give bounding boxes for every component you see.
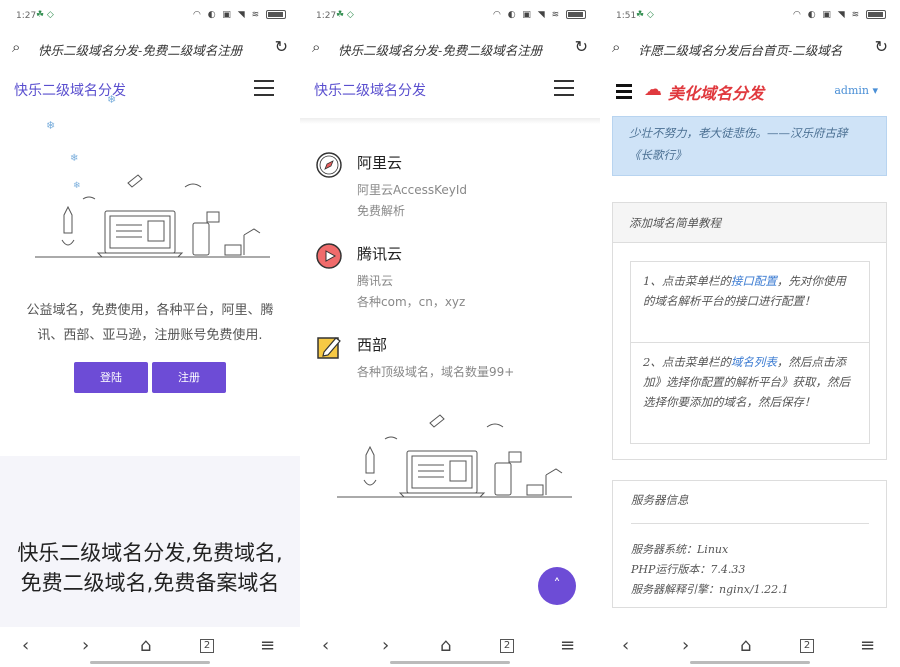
- admin-logo[interactable]: 美化域名分发: [668, 80, 764, 104]
- address-bar[interactable]: ⌕ 快乐二级域名分发-免费二级域名注册 ↻: [300, 32, 600, 62]
- gesture-bar: [690, 661, 810, 664]
- step-text: 2、点击菜单栏的: [643, 355, 731, 369]
- footer-illustration: [337, 414, 572, 498]
- home-icon[interactable]: ⌂: [440, 635, 451, 656]
- edit-icon: [317, 337, 341, 359]
- provider-detail: 各种com，cn，xyz: [357, 295, 466, 309]
- search-icon[interactable]: ⌕: [612, 38, 620, 56]
- provider-name: 阿里云: [357, 154, 403, 172]
- back-icon[interactable]: ‹: [622, 635, 629, 656]
- signal-icons: ◠ ◐ ▣ ◥ ≋: [793, 10, 862, 20]
- register-button[interactable]: 注册: [152, 362, 226, 393]
- forward-icon[interactable]: ›: [682, 635, 689, 656]
- system-icons: ◠ ◐ ▣ ◥ ≋: [793, 10, 886, 20]
- user-menu[interactable]: admin ▾: [834, 84, 878, 97]
- tabs-icon[interactable]: 2: [500, 639, 514, 653]
- divider: [631, 523, 869, 524]
- address-bar[interactable]: ⌕ 快乐二级域名分发-免费二级域名注册 ↻: [0, 32, 300, 62]
- tutorial-step-1: 1、点击菜单栏的接口配置，先对你使用的域名解析平台的接口进行配置！: [630, 261, 870, 343]
- server-os: 服务器系统：Linux: [631, 543, 729, 556]
- status-time: 1:27: [16, 11, 37, 21]
- menu-icon[interactable]: ≡: [560, 635, 575, 656]
- tutorial-title: 添加域名简单教程: [613, 203, 886, 243]
- page-title: 快乐二级域名分发,免费域名,免费二级域名,免费备案域名: [17, 541, 283, 595]
- address-bar[interactable]: ⌕ 许愿二级域名分发后台首页-二级域名 ↻: [600, 32, 900, 62]
- notification-icons: ☘ ◇: [36, 10, 54, 20]
- gesture-bar: [390, 661, 510, 664]
- reload-icon[interactable]: ↻: [875, 37, 888, 56]
- system-icons: ◠ ◐ ▣ ◥ ≋: [193, 10, 286, 20]
- reload-icon[interactable]: ↻: [575, 37, 588, 56]
- bottom-nav: ‹ › ⌂ 2 ≡: [300, 627, 600, 667]
- status-bar: 1:27 ☘ ◇ ◠ ◐ ▣ ◥ ≋: [300, 0, 600, 32]
- system-icons: ◠ ◐ ▣ ◥ ≋: [493, 10, 586, 20]
- home-icon[interactable]: ⌂: [140, 635, 151, 656]
- battery-icon: [866, 10, 886, 19]
- tabs-icon[interactable]: 2: [200, 639, 214, 653]
- status-time: 1:51: [616, 11, 637, 21]
- back-icon[interactable]: ‹: [322, 635, 329, 656]
- url-text[interactable]: 快乐二级域名分发-免费二级域名注册: [38, 40, 266, 59]
- tabs-icon[interactable]: 2: [800, 639, 814, 653]
- provider-detail: 腾讯云: [357, 274, 394, 288]
- signal-icons: ◠ ◐ ▣ ◥ ≋: [193, 10, 262, 20]
- snowflake-icon: ❄: [46, 119, 56, 132]
- reload-icon[interactable]: ↻: [275, 37, 288, 56]
- play-icon: [316, 243, 342, 269]
- status-time: 1:27: [316, 11, 337, 21]
- search-icon[interactable]: ⌕: [312, 38, 320, 56]
- forward-icon[interactable]: ›: [382, 635, 389, 656]
- screen-home: 1:27 ☘ ◇ ◠ ◐ ▣ ◥ ≋ ⌕ 快乐二级域名分发-免费二级域名注册 ↻…: [0, 0, 300, 667]
- hero-illustration: [35, 174, 270, 258]
- menu-icon[interactable]: ≡: [260, 635, 275, 656]
- snowflake-icon: ❄: [107, 93, 117, 106]
- menu-icon[interactable]: ≡: [860, 635, 875, 656]
- notification-icons: ☘ ◇: [336, 10, 354, 20]
- hamburger-menu-icon[interactable]: [554, 80, 574, 96]
- tutorial-step-2: 2、点击菜单栏的域名列表，然后点击添加》选择你配置的解析平台》获取，然后选择你要…: [630, 342, 870, 444]
- screen-providers: 1:27 ☘ ◇ ◠ ◐ ▣ ◥ ≋ ⌕ 快乐二级域名分发-免费二级域名注册 ↻…: [300, 0, 600, 667]
- admin-header: ☁ 美化域名分发 admin ▾: [600, 68, 900, 114]
- battery-icon: [266, 10, 286, 19]
- api-config-link[interactable]: 接口配置: [731, 274, 777, 288]
- notification-icons: ☘ ◇: [636, 10, 654, 20]
- provider-detail: 阿里云AccessKeyId: [357, 183, 467, 197]
- login-button[interactable]: 登陆: [74, 362, 148, 393]
- hamburger-menu-icon[interactable]: [254, 80, 274, 96]
- provider-name: 腾讯云: [357, 245, 403, 263]
- provider-detail: 免费解析: [357, 204, 406, 218]
- site-brand[interactable]: 快乐二级域名分发: [314, 80, 426, 100]
- scroll-top-button[interactable]: ˄: [538, 567, 576, 605]
- snowflake-icon: ❄: [70, 153, 79, 164]
- gesture-bar: [90, 661, 210, 664]
- search-icon[interactable]: ⌕: [12, 38, 20, 56]
- home-icon[interactable]: ⌂: [740, 635, 751, 656]
- header-shadow: [300, 118, 600, 124]
- tutorial-card: 添加域名简单教程 1、点击菜单栏的接口配置，先对你使用的域名解析平台的接口进行配…: [612, 202, 887, 460]
- bottom-nav: ‹ › ⌂ 2 ≡: [600, 627, 900, 667]
- url-text[interactable]: 许愿二级域名分发后台首页-二级域名: [638, 40, 866, 59]
- server-info-card: 服务器信息 服务器系统：Linux PHP运行版本：7.4.33 服务器解释引擎…: [612, 480, 887, 608]
- compass-icon: [316, 152, 342, 178]
- url-text[interactable]: 快乐二级域名分发-免费二级域名注册: [338, 40, 566, 59]
- forward-icon[interactable]: ›: [82, 635, 89, 656]
- back-icon[interactable]: ‹: [22, 635, 29, 656]
- server-engine: 服务器解释引擎：nginx/1.22.1: [631, 583, 789, 596]
- server-php-version: PHP运行版本：7.4.33: [631, 563, 746, 576]
- bottom-nav: ‹ › ⌂ 2 ≡: [0, 627, 300, 667]
- signal-icons: ◠ ◐ ▣ ◥ ≋: [493, 10, 562, 20]
- provider-name: 西部: [357, 336, 388, 354]
- server-info-title: 服务器信息: [631, 493, 689, 507]
- status-bar: 1:51 ☘ ◇ ◠ ◐ ▣ ◥ ≋: [600, 0, 900, 32]
- step-text: 1、点击菜单栏的: [643, 274, 731, 288]
- screen-admin: 1:51 ☘ ◇ ◠ ◐ ▣ ◥ ≋ ⌕ 许愿二级域名分发后台首页-二级域名 ↻…: [600, 0, 900, 667]
- site-description: 公益域名，免费使用，各种平台，阿里、腾讯、西部、亚马逊，注册账号免费使用.: [26, 303, 274, 343]
- quote-banner: 少壮不努力，老大徒悲伤。——汉乐府古辞《长歌行》: [612, 116, 887, 176]
- provider-detail: 各种顶级域名，域名数量99+: [357, 365, 515, 379]
- battery-icon: [566, 10, 586, 19]
- status-bar: 1:27 ☘ ◇ ◠ ◐ ▣ ◥ ≋: [0, 0, 300, 32]
- domain-list-link[interactable]: 域名列表: [731, 355, 777, 369]
- sidebar-toggle-icon[interactable]: [616, 84, 632, 102]
- cloud-icon: ☁: [644, 79, 662, 100]
